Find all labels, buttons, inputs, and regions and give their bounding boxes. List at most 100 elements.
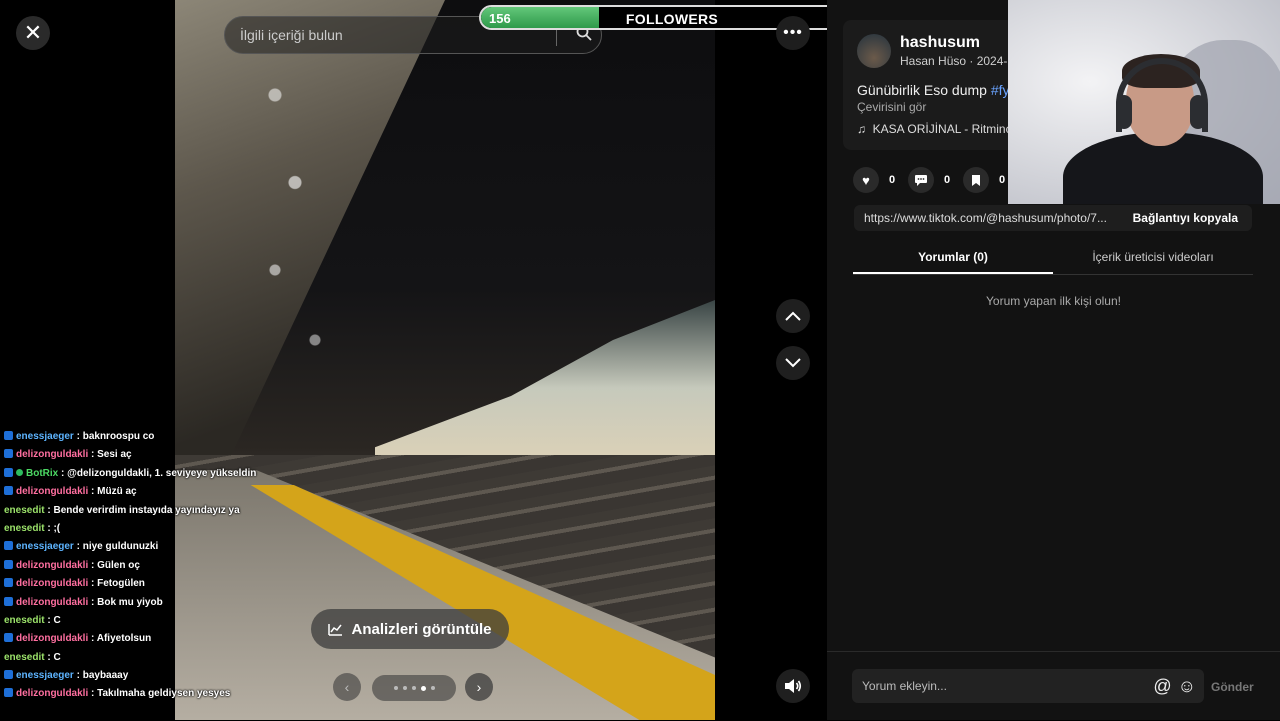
- chat-message: delizonguldakli : Bok mu yiyob: [0, 594, 376, 612]
- platform-badge-icon: [4, 596, 13, 606]
- like-stat[interactable]: ♥ 0: [853, 167, 895, 193]
- heart-icon[interactable]: ♥: [853, 167, 879, 193]
- comment-count: 0: [944, 174, 951, 186]
- copy-link-button[interactable]: Bağlantıyı kopyala: [1119, 205, 1252, 231]
- chat-message: delizonguldakli : Gülen oç: [0, 557, 376, 575]
- comment-composer: @ ☺ Gönder: [827, 651, 1280, 721]
- platform-badge-icon: [4, 449, 13, 459]
- caption-hashtag[interactable]: #fy: [991, 82, 1010, 98]
- tab-creator-videos[interactable]: İçerik üreticisi videoları: [1053, 244, 1253, 274]
- comment-stat[interactable]: 0: [908, 167, 950, 193]
- chat-text: Sesi aç: [97, 449, 132, 461]
- chat-message: enessjaeger : baybaaay: [0, 667, 376, 685]
- platform-badge-icon: [4, 541, 13, 551]
- platform-badge-icon: [4, 688, 13, 698]
- chat-message: delizonguldakli : Fetogülen: [0, 575, 376, 593]
- bot-badge-icon: [16, 468, 23, 476]
- comment-input-box[interactable]: @ ☺: [852, 669, 1204, 703]
- close-icon: ✕: [23, 20, 43, 45]
- pagination-dot[interactable]: [420, 685, 426, 691]
- platform-badge-icon: [4, 431, 13, 440]
- chat-separator: :: [73, 541, 83, 553]
- caption-text: Günübirlik Eso dump: [857, 82, 991, 98]
- volume-button[interactable]: [776, 669, 810, 703]
- chat-username: delizonguldakli: [16, 559, 89, 571]
- chat-message: enesedit : ;(: [0, 520, 376, 538]
- webcam-overlay: [1008, 0, 1280, 204]
- platform-badge-icon: [4, 578, 13, 588]
- bookmark-icon[interactable]: [963, 167, 989, 193]
- chat-text: @delizonguldakli, 1. seviyeye yükseldin: [67, 467, 257, 479]
- more-options-button[interactable]: •••: [776, 16, 810, 50]
- chat-separator: :: [88, 596, 98, 608]
- chevron-up-icon: [785, 311, 801, 321]
- chat-username: delizonguldakli: [16, 688, 89, 700]
- music-note-icon: ♫: [857, 122, 866, 136]
- comment-input[interactable]: [860, 678, 1148, 694]
- comment-icon[interactable]: [908, 167, 934, 193]
- chat-username: BotRix: [26, 467, 59, 479]
- chat-separator: :: [58, 467, 68, 479]
- chat-username: enessjaeger: [16, 670, 74, 682]
- see-translation-link[interactable]: Çevirisini gör: [857, 100, 926, 114]
- pagination-dot[interactable]: [430, 686, 435, 690]
- chat-separator: :: [88, 578, 98, 590]
- chat-text: Müzü aç: [97, 486, 137, 498]
- avatar[interactable]: [857, 34, 891, 68]
- platform-badge-icon: [4, 467, 13, 477]
- music-title: KASA ORİJİNAL - Ritminc: [872, 122, 1012, 136]
- chat-text: ;(: [53, 522, 61, 534]
- chat-message: delizonguldakli : Müzü aç: [0, 483, 376, 501]
- previous-post-button[interactable]: [776, 299, 810, 333]
- pagination-dot[interactable]: [411, 686, 416, 690]
- chat-text: Gülen oç: [97, 559, 140, 571]
- chat-username: enessjaeger: [16, 431, 74, 442]
- headphone-left: [1116, 95, 1132, 129]
- music-info[interactable]: ♫ KASA ORİJİNAL - Ritminc: [857, 122, 1012, 136]
- author-username[interactable]: hashusum: [900, 34, 980, 52]
- chat-separator: :: [88, 633, 97, 645]
- platform-badge-icon: [4, 670, 13, 680]
- post-url[interactable]: https://www.tiktok.com/@hashusum/photo/7…: [854, 211, 1119, 225]
- platform-badge-icon: [4, 559, 13, 569]
- like-count: 0: [889, 174, 896, 186]
- chat-username: enesedit: [4, 522, 45, 534]
- chat-message: BotRix : @delizonguldakli, 1. seviyeye y…: [0, 465, 376, 483]
- chat-username: delizonguldakli: [16, 578, 89, 590]
- chevron-down-icon: [785, 358, 801, 368]
- chat-text: baknroospu co: [82, 431, 155, 442]
- save-count: 0: [999, 174, 1006, 186]
- save-stat[interactable]: 0: [963, 167, 1005, 193]
- pagination-dot[interactable]: [402, 686, 407, 690]
- close-button[interactable]: ✕: [16, 16, 50, 50]
- chat-message: delizonguldakli : Afiyetolsun: [0, 630, 376, 648]
- platform-badge-icon: [4, 486, 13, 496]
- chat-message: enessjaeger : baknroospu co: [0, 428, 376, 446]
- emoji-icon[interactable]: ☺: [1178, 676, 1196, 697]
- chat-text: Bok mu yiyob: [97, 596, 163, 608]
- chat-username: delizonguldakli: [16, 486, 89, 498]
- chat-text: Takılmaha geldiysen yesyes: [97, 688, 231, 700]
- at-icon[interactable]: @: [1153, 676, 1171, 697]
- chat-username: enesedit: [4, 614, 45, 626]
- chat-text: baybaaay: [82, 670, 129, 682]
- photo-canopy: [375, 300, 715, 460]
- chat-username: enessjaeger: [16, 541, 74, 553]
- chat-message: enesedit : C: [0, 649, 376, 667]
- photo-lights: [215, 60, 415, 410]
- next-photo-button[interactable]: ›: [465, 673, 493, 701]
- chat-message: delizonguldakli : Takılmaha geldiysen ye…: [0, 685, 376, 703]
- send-comment-button[interactable]: Gönder: [1211, 680, 1254, 694]
- chat-text: Fetogülen: [97, 578, 145, 590]
- next-post-button[interactable]: [776, 346, 810, 380]
- pagination-dot[interactable]: [393, 686, 398, 690]
- share-link-row: https://www.tiktok.com/@hashusum/photo/7…: [854, 205, 1252, 231]
- photo-pagination-dots[interactable]: [372, 675, 456, 701]
- chat-message: enesedit : Bende verirdim instayıda yayı…: [0, 502, 376, 520]
- headphone-right: [1190, 95, 1206, 129]
- chat-message: enessjaeger : niye guldunuzki: [0, 538, 376, 556]
- chat-separator: :: [88, 559, 98, 571]
- panel-tabs: Yorumlar (0) İçerik üreticisi videoları: [853, 244, 1253, 275]
- tab-comments[interactable]: Yorumlar (0): [853, 244, 1053, 274]
- post-caption: Günübirlik Eso dump #fy: [857, 82, 1010, 98]
